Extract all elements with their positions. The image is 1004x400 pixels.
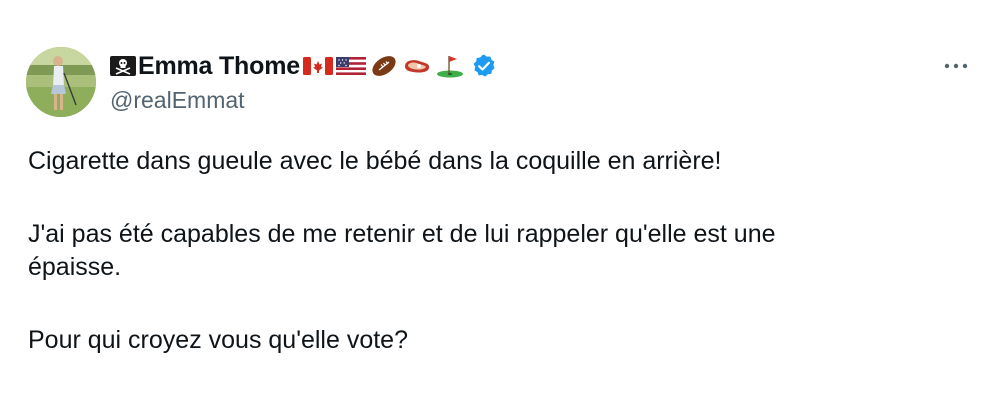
tweet-card: Emma Thome @realEmmat Cigarette dans gue… [0,0,1004,400]
tweet-paragraph-2-line-2: épaisse. [28,253,122,281]
tweet-paragraph-1: Cigarette dans gueule avec le bébé dans … [28,147,722,175]
steak-icon [402,54,432,78]
tweet-text: Cigarette dans gueule avec le bébé dans … [28,145,968,357]
tweet-paragraph-2-line-1: J'ai pas été capables de me retenir et d… [28,220,776,248]
golf-flag-icon [435,54,465,78]
display-name[interactable]: Emma Thome [138,52,300,81]
tweet-header: Emma Thome @realEmmat [110,50,497,114]
usa-flag-icon [335,54,366,78]
avatar[interactable] [26,47,96,117]
skull-crossbones-flag-icon [110,55,136,77]
tweet-paragraph-3: Pour qui croyez vous qu'elle vote? [28,326,408,354]
user-handle[interactable]: @realEmmat [110,86,497,114]
name-row: Emma Thome [110,50,497,82]
more-horizontal-icon [943,57,969,75]
canada-flag-icon [302,54,334,78]
verified-badge-icon [471,53,497,79]
american-football-icon [369,54,399,78]
more-options-button[interactable] [936,54,976,78]
